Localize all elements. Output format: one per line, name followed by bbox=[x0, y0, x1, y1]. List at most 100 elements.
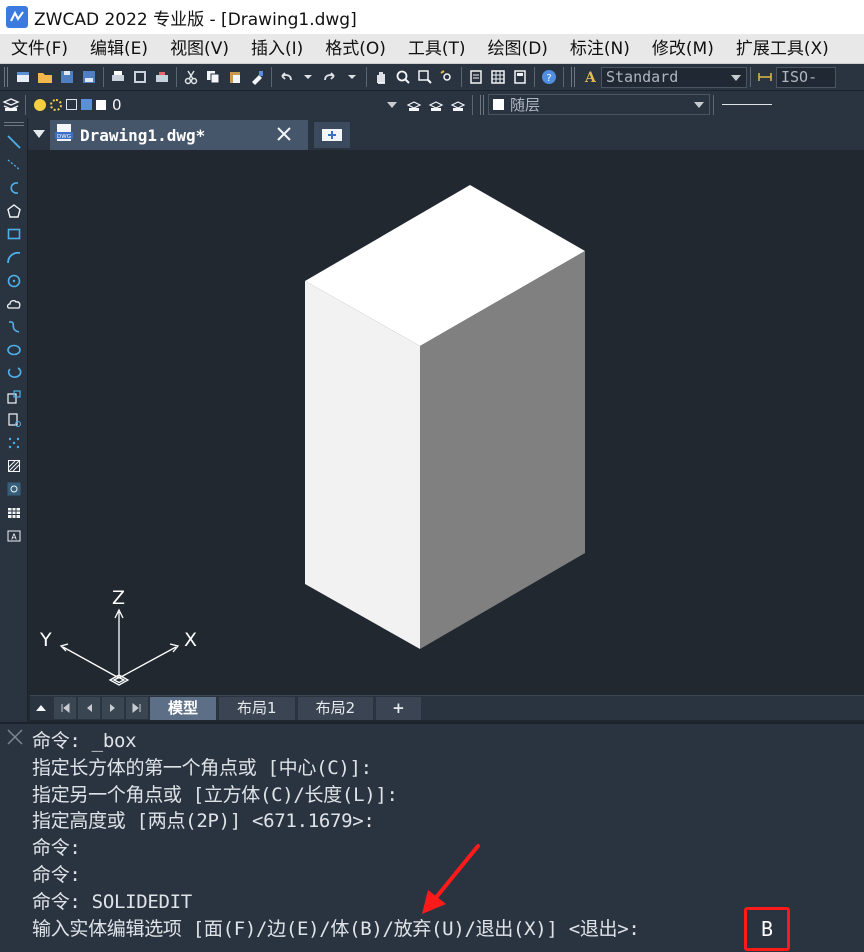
drawing-canvas[interactable]: Z Y X bbox=[30, 150, 864, 695]
chevron-down-icon bbox=[694, 102, 704, 108]
previous-layout-icon[interactable] bbox=[78, 697, 100, 719]
layer-select[interactable]: 0 bbox=[29, 94, 403, 115]
copy-icon[interactable] bbox=[202, 66, 224, 88]
dim-style-icon[interactable] bbox=[754, 66, 776, 88]
color-swatch bbox=[493, 99, 504, 110]
print-preview-icon[interactable] bbox=[129, 66, 151, 88]
color-select[interactable]: 随层 bbox=[488, 94, 710, 115]
save-as-icon[interactable] bbox=[78, 66, 100, 88]
menu-bar: 文件(F) 编辑(E) 视图(V) 插入(I) 格式(O) 工具(T) 绘图(D… bbox=[0, 34, 864, 64]
properties-icon[interactable] bbox=[465, 66, 487, 88]
menu-modify[interactable]: 修改(M) bbox=[641, 34, 725, 63]
add-layout-button[interactable]: + bbox=[376, 696, 421, 720]
make-block-icon[interactable] bbox=[3, 409, 25, 431]
layer-manager-icon[interactable] bbox=[0, 94, 22, 116]
ellipse-arc-icon[interactable] bbox=[3, 362, 25, 384]
command-input[interactable]: B bbox=[744, 907, 791, 951]
multiline-text-icon[interactable]: A bbox=[3, 525, 25, 547]
menu-insert[interactable]: 插入(I) bbox=[240, 34, 314, 63]
toolbar-grip[interactable] bbox=[480, 94, 484, 115]
command-line: 命令: _box bbox=[32, 730, 137, 752]
ellipse-icon[interactable] bbox=[3, 339, 25, 361]
menu-format[interactable]: 格式(O) bbox=[314, 34, 397, 63]
menu-view[interactable]: 视图(V) bbox=[159, 34, 240, 63]
standard-toolbar: ? A Standard ISO- bbox=[0, 64, 864, 91]
plot-icon[interactable] bbox=[151, 66, 173, 88]
line-icon[interactable] bbox=[3, 131, 25, 153]
tab-layout1[interactable]: 布局1 bbox=[219, 696, 295, 720]
menu-file[interactable]: 文件(F) bbox=[0, 34, 79, 63]
new-tab-button[interactable] bbox=[314, 122, 350, 148]
text-style-select[interactable]: Standard bbox=[601, 66, 747, 88]
next-layout-icon[interactable] bbox=[102, 697, 124, 719]
text-style-icon[interactable]: A bbox=[579, 66, 601, 88]
table-icon[interactable] bbox=[3, 502, 25, 524]
svg-text:A: A bbox=[584, 70, 597, 85]
toolbar-grip[interactable] bbox=[571, 67, 575, 87]
zoom-previous-icon[interactable] bbox=[436, 66, 458, 88]
svg-text:A: A bbox=[11, 532, 17, 541]
ucs-y-label: Y bbox=[39, 629, 52, 651]
layout-tab-bar: 模型 布局1 布局2 + bbox=[30, 695, 864, 720]
redo-dropdown-icon[interactable] bbox=[341, 66, 363, 88]
dim-style-select[interactable]: ISO- bbox=[776, 66, 836, 88]
zoom-window-icon[interactable] bbox=[414, 66, 436, 88]
region-icon[interactable] bbox=[3, 478, 25, 500]
color-value: 随层 bbox=[510, 96, 541, 114]
tab-drawing1[interactable]: DWG Drawing1.dwg* bbox=[50, 120, 308, 150]
tab-layout2[interactable]: 布局2 bbox=[297, 696, 374, 720]
match-properties-icon[interactable] bbox=[246, 66, 268, 88]
tab-model[interactable]: 模型 bbox=[150, 696, 217, 720]
print-icon[interactable] bbox=[107, 66, 129, 88]
polygon-icon[interactable] bbox=[3, 200, 25, 222]
insert-block-icon[interactable] bbox=[3, 386, 25, 408]
command-line: 指定另一个角点或 [立方体(C)/长度(L)]: bbox=[32, 783, 398, 806]
close-icon[interactable] bbox=[274, 124, 294, 144]
scroll-up-icon[interactable] bbox=[30, 697, 52, 719]
open-folder-icon[interactable] bbox=[34, 66, 56, 88]
last-layout-icon[interactable] bbox=[126, 697, 148, 719]
undo-icon[interactable] bbox=[275, 66, 297, 88]
zoom-realtime-icon[interactable] bbox=[392, 66, 414, 88]
toolbar-grip[interactable] bbox=[4, 67, 8, 87]
save-icon[interactable] bbox=[56, 66, 78, 88]
revision-cloud-icon[interactable] bbox=[3, 293, 25, 315]
tab-list-dropdown-icon[interactable] bbox=[28, 120, 50, 148]
spline-icon[interactable] bbox=[3, 316, 25, 338]
redo-icon[interactable] bbox=[319, 66, 341, 88]
ucs-z-label: Z bbox=[112, 587, 125, 609]
help-icon[interactable]: ? bbox=[538, 66, 560, 88]
tool-palette-icon[interactable] bbox=[509, 66, 531, 88]
make-current-layer-icon[interactable] bbox=[403, 94, 425, 116]
rectangle-icon[interactable] bbox=[3, 223, 25, 245]
hatch-icon[interactable] bbox=[3, 455, 25, 477]
layer-previous-icon[interactable] bbox=[425, 94, 447, 116]
toolbar-grip[interactable] bbox=[3, 122, 24, 126]
undo-dropdown-icon[interactable] bbox=[297, 66, 319, 88]
ucs-x-label: X bbox=[184, 629, 197, 651]
linetype-select[interactable] bbox=[717, 94, 777, 115]
construction-line-icon[interactable] bbox=[3, 154, 25, 176]
document-tab-strip: DWG Drawing1.dwg* bbox=[28, 118, 864, 150]
menu-extend-tools[interactable]: 扩展工具(X) bbox=[725, 34, 840, 63]
pan-hand-icon[interactable] bbox=[370, 66, 392, 88]
point-icon[interactable] bbox=[3, 432, 25, 454]
layers-toolbar: 0 随层 bbox=[0, 91, 864, 118]
polyline-icon[interactable] bbox=[3, 177, 25, 199]
menu-dimension[interactable]: 标注(N) bbox=[559, 34, 641, 63]
paste-icon[interactable] bbox=[224, 66, 246, 88]
svg-text:?: ? bbox=[546, 73, 551, 84]
menu-edit[interactable]: 编辑(E) bbox=[79, 34, 159, 63]
first-layout-icon[interactable] bbox=[54, 697, 76, 719]
arc-icon[interactable] bbox=[3, 247, 25, 269]
circle-icon[interactable] bbox=[3, 270, 25, 292]
cut-icon[interactable] bbox=[180, 66, 202, 88]
layer-color-swatch bbox=[96, 99, 106, 110]
close-icon[interactable] bbox=[6, 728, 24, 746]
layer-on-icon bbox=[34, 98, 46, 111]
new-file-icon[interactable] bbox=[12, 66, 34, 88]
layer-states-icon[interactable] bbox=[447, 94, 469, 116]
menu-draw[interactable]: 绘图(D) bbox=[477, 34, 559, 63]
design-center-icon[interactable] bbox=[487, 66, 509, 88]
menu-tools[interactable]: 工具(T) bbox=[397, 34, 477, 63]
